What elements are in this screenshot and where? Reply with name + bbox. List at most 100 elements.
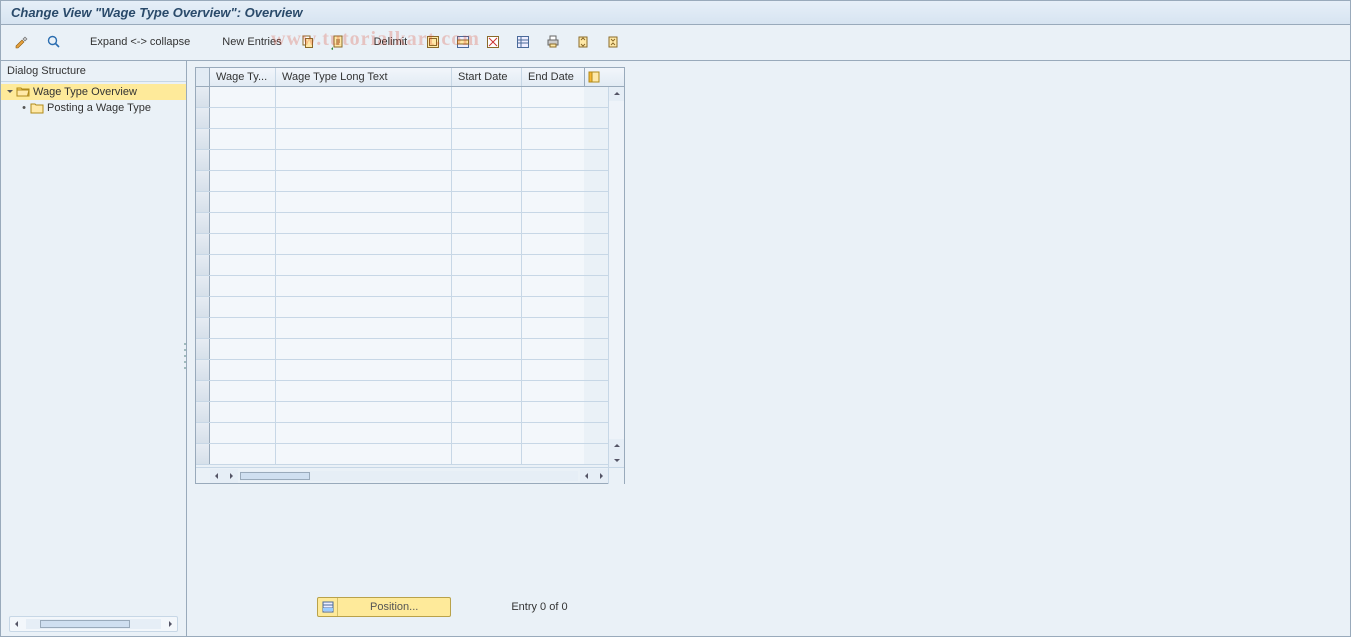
cell-wage-type[interactable]	[210, 129, 276, 149]
cell-wage-type[interactable]	[210, 402, 276, 422]
grid-scroll-left2-icon[interactable]	[580, 469, 594, 483]
scroll-up-icon[interactable]	[609, 87, 624, 101]
cell-end-date[interactable]	[522, 213, 584, 233]
cell-end-date[interactable]	[522, 171, 584, 191]
row-selector[interactable]	[196, 108, 210, 128]
row-selector[interactable]	[196, 297, 210, 317]
cell-wage-type-long-text[interactable]	[276, 318, 452, 338]
change-mode-button[interactable]	[9, 31, 37, 53]
row-selector[interactable]	[196, 339, 210, 359]
delimit-button[interactable]: Delimit	[365, 31, 417, 53]
tree-item-posting-wage-type[interactable]: • Posting a Wage Type	[1, 100, 186, 116]
grid-hscrollbar[interactable]	[196, 467, 624, 483]
cell-end-date[interactable]	[522, 129, 584, 149]
table-row[interactable]	[196, 192, 624, 213]
select-block-button[interactable]	[450, 31, 476, 53]
row-selector[interactable]	[196, 381, 210, 401]
row-selector[interactable]	[196, 87, 210, 107]
cell-start-date[interactable]	[452, 213, 522, 233]
find-button[interactable]	[41, 31, 67, 53]
cell-end-date[interactable]	[522, 150, 584, 170]
undo-change-button[interactable]	[325, 31, 351, 53]
cell-end-date[interactable]	[522, 234, 584, 254]
cell-start-date[interactable]	[452, 423, 522, 443]
row-selector[interactable]	[196, 402, 210, 422]
table-row[interactable]	[196, 423, 624, 444]
cell-wage-type[interactable]	[210, 192, 276, 212]
scroll-down-icon[interactable]	[609, 453, 624, 467]
cell-end-date[interactable]	[522, 276, 584, 296]
table-row[interactable]	[196, 108, 624, 129]
cell-wage-type-long-text[interactable]	[276, 234, 452, 254]
cell-wage-type-long-text[interactable]	[276, 297, 452, 317]
cell-start-date[interactable]	[452, 318, 522, 338]
row-selector[interactable]	[196, 213, 210, 233]
cell-end-date[interactable]	[522, 360, 584, 380]
cell-wage-type[interactable]	[210, 276, 276, 296]
copy-button[interactable]	[295, 31, 321, 53]
cell-start-date[interactable]	[452, 192, 522, 212]
cell-wage-type-long-text[interactable]	[276, 108, 452, 128]
grid-hscroll-thumb[interactable]	[240, 472, 310, 480]
cell-end-date[interactable]	[522, 339, 584, 359]
cell-wage-type-long-text[interactable]	[276, 129, 452, 149]
table-row[interactable]	[196, 171, 624, 192]
select-all-cell[interactable]	[196, 68, 210, 86]
cell-wage-type-long-text[interactable]	[276, 150, 452, 170]
select-all-button[interactable]	[420, 31, 446, 53]
cell-wage-type[interactable]	[210, 150, 276, 170]
cell-wage-type[interactable]	[210, 318, 276, 338]
cell-start-date[interactable]	[452, 381, 522, 401]
cell-wage-type-long-text[interactable]	[276, 381, 452, 401]
cell-end-date[interactable]	[522, 192, 584, 212]
cell-wage-type-long-text[interactable]	[276, 444, 452, 464]
cell-start-date[interactable]	[452, 255, 522, 275]
cell-wage-type[interactable]	[210, 213, 276, 233]
cell-wage-type-long-text[interactable]	[276, 339, 452, 359]
configure-columns-button[interactable]	[584, 68, 602, 86]
table-row[interactable]	[196, 297, 624, 318]
cell-start-date[interactable]	[452, 87, 522, 107]
table-row[interactable]	[196, 381, 624, 402]
cell-start-date[interactable]	[452, 276, 522, 296]
cell-start-date[interactable]	[452, 402, 522, 422]
table-row[interactable]	[196, 87, 624, 108]
tree-item-wage-type-overview[interactable]: Wage Type Overview	[1, 84, 186, 100]
row-selector[interactable]	[196, 444, 210, 464]
cell-wage-type-long-text[interactable]	[276, 402, 452, 422]
scroll-left-icon[interactable]	[10, 617, 24, 631]
cell-start-date[interactable]	[452, 360, 522, 380]
table-row[interactable]	[196, 402, 624, 423]
table-settings-button[interactable]	[510, 31, 536, 53]
cell-wage-type-long-text[interactable]	[276, 87, 452, 107]
cell-start-date[interactable]	[452, 297, 522, 317]
cell-wage-type[interactable]	[210, 339, 276, 359]
cell-end-date[interactable]	[522, 423, 584, 443]
cell-start-date[interactable]	[452, 150, 522, 170]
cell-end-date[interactable]	[522, 87, 584, 107]
scroll-up2-icon[interactable]	[609, 439, 624, 453]
col-wage-type-long-text[interactable]: Wage Type Long Text	[276, 68, 452, 86]
cell-start-date[interactable]	[452, 108, 522, 128]
cell-wage-type-long-text[interactable]	[276, 276, 452, 296]
grid-vscrollbar[interactable]	[608, 87, 624, 467]
grid-scroll-right-icon[interactable]	[224, 469, 238, 483]
row-selector[interactable]	[196, 360, 210, 380]
cell-wage-type[interactable]	[210, 108, 276, 128]
row-selector[interactable]	[196, 423, 210, 443]
cell-end-date[interactable]	[522, 108, 584, 128]
cell-wage-type[interactable]	[210, 297, 276, 317]
print-button[interactable]	[540, 31, 566, 53]
row-selector[interactable]	[196, 234, 210, 254]
vscroll-track[interactable]	[609, 101, 624, 439]
cell-wage-type[interactable]	[210, 234, 276, 254]
cell-start-date[interactable]	[452, 129, 522, 149]
table-row[interactable]	[196, 150, 624, 171]
deselect-all-button[interactable]	[480, 31, 506, 53]
cell-wage-type[interactable]	[210, 444, 276, 464]
cell-start-date[interactable]	[452, 339, 522, 359]
cell-end-date[interactable]	[522, 297, 584, 317]
cell-end-date[interactable]	[522, 444, 584, 464]
grid-scroll-right2-icon[interactable]	[594, 469, 608, 483]
row-selector[interactable]	[196, 129, 210, 149]
